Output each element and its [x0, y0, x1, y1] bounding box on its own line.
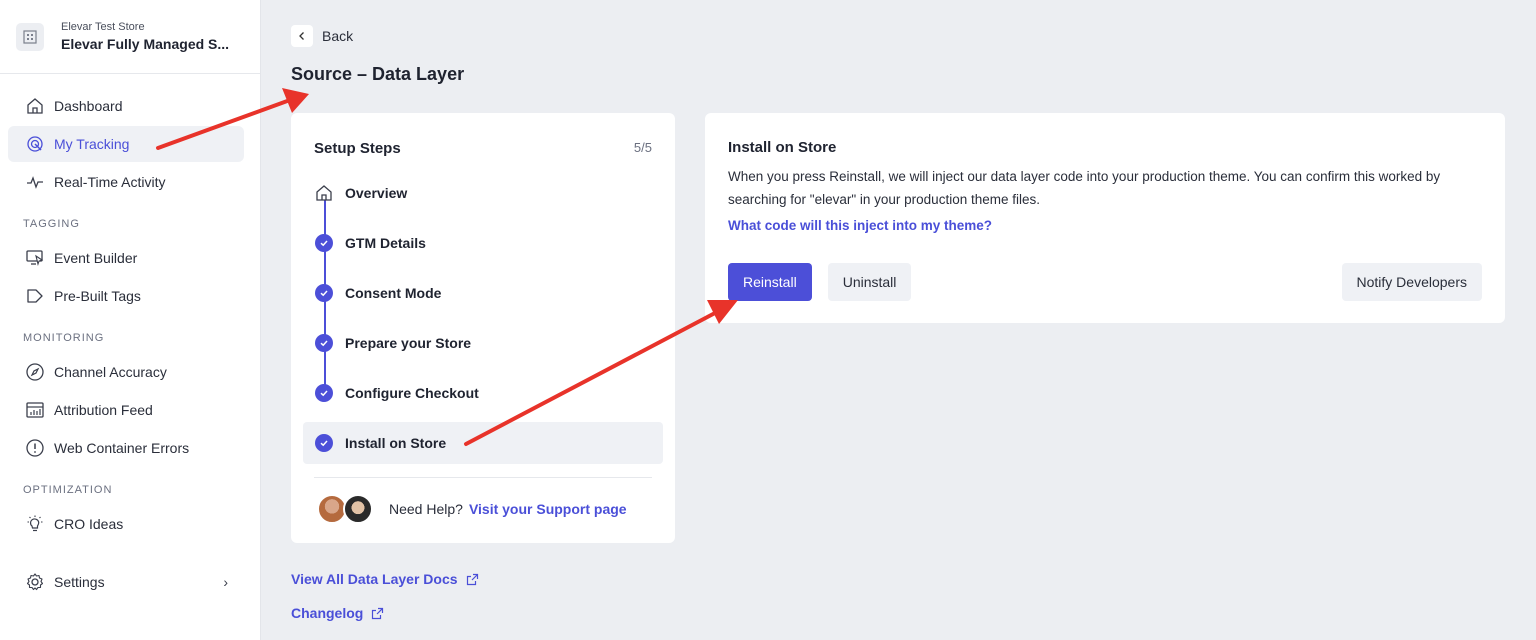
- pulse-icon: [24, 171, 46, 193]
- tag-icon: [24, 285, 46, 307]
- step-configure-checkout[interactable]: Configure Checkout: [303, 372, 663, 414]
- setup-steps-card: Setup Steps 5/5 Overview GTM Details Con…: [291, 113, 675, 543]
- lightbulb-icon: [24, 513, 46, 535]
- step-label: Overview: [345, 185, 408, 201]
- sidebar-nav: Dashboard My Tracking Real-Time Activity…: [0, 74, 260, 600]
- step-label: Prepare your Store: [345, 335, 472, 351]
- back-label[interactable]: Back: [322, 28, 353, 44]
- install-description: When you press Reinstall, we will inject…: [728, 169, 1441, 207]
- section-title-optimization: OPTIMIZATION: [23, 484, 113, 496]
- step-consent-mode[interactable]: Consent Mode: [303, 272, 663, 314]
- back-link[interactable]: Back: [291, 25, 353, 47]
- changelog-link-label: Changelog: [291, 605, 364, 621]
- install-title: Install on Store: [728, 139, 837, 156]
- page-title: Source – Data Layer: [291, 64, 465, 84]
- gear-icon: [24, 571, 46, 593]
- sidebar-item-label: Channel Accuracy: [54, 364, 167, 380]
- bar-chart-icon: [24, 399, 46, 421]
- sidebar-item-pre-built-tags[interactable]: Pre-Built Tags: [8, 278, 244, 314]
- external-link-icon: [372, 607, 384, 619]
- sidebar-item-label: Event Builder: [54, 250, 138, 266]
- notify-developers-button[interactable]: Notify Developers: [1341, 263, 1482, 301]
- sidebar-item-my-tracking[interactable]: My Tracking: [8, 126, 244, 162]
- target-icon: [24, 133, 46, 155]
- reinstall-button[interactable]: Reinstall: [728, 263, 812, 301]
- help-row: Need Help? Visit your Support page: [317, 494, 627, 524]
- store-name: Elevar Fully Managed S...: [61, 35, 230, 52]
- sidebar-item-label: Settings: [54, 574, 105, 590]
- data-layer-docs-link[interactable]: View All Data Layer Docs: [291, 571, 479, 587]
- check-circle-icon: [314, 333, 334, 353]
- section-title-tagging: TAGGING: [23, 218, 80, 230]
- inject-code-link[interactable]: What code will this inject into my theme…: [728, 218, 1482, 233]
- sidebar: Elevar Test Store Elevar Fully Managed S…: [0, 0, 261, 640]
- sidebar-item-attribution-feed[interactable]: Attribution Feed: [8, 392, 244, 428]
- sidebar-item-channel-accuracy[interactable]: Channel Accuracy: [8, 354, 244, 390]
- sidebar-item-label: Web Container Errors: [54, 440, 190, 456]
- alert-circle-icon: [24, 437, 46, 459]
- compass-icon: [24, 361, 46, 383]
- sidebar-item-real-time-activity[interactable]: Real-Time Activity: [8, 164, 244, 200]
- step-install-on-store[interactable]: Install on Store: [303, 422, 663, 464]
- check-circle-icon: [314, 283, 334, 303]
- install-on-store-card: Install on Store When you press Reinstal…: [705, 113, 1505, 323]
- divider: [314, 477, 652, 478]
- sidebar-item-dashboard[interactable]: Dashboard: [8, 88, 244, 124]
- steps-list: Overview GTM Details Consent Mode Prepar…: [291, 172, 675, 464]
- sidebar-item-label: Attribution Feed: [54, 402, 153, 418]
- sidebar-item-label: My Tracking: [54, 136, 130, 152]
- uninstall-button[interactable]: Uninstall: [827, 263, 912, 301]
- monitor-cursor-icon: [24, 247, 46, 269]
- check-circle-icon: [314, 383, 334, 403]
- step-label: GTM Details: [345, 235, 426, 251]
- main-content: Back Source – Data Layer Setup Steps 5/5…: [261, 0, 1536, 640]
- step-prepare-your-store[interactable]: Prepare your Store: [303, 322, 663, 364]
- setup-steps-title: Setup Steps: [314, 140, 401, 157]
- sidebar-item-web-container-errors[interactable]: Web Container Errors: [8, 430, 244, 466]
- step-label: Install on Store: [345, 435, 447, 451]
- step-label: Configure Checkout: [345, 385, 479, 401]
- step-label: Consent Mode: [345, 285, 442, 301]
- support-avatars: [317, 494, 373, 524]
- home-icon: [24, 95, 46, 117]
- support-page-link[interactable]: Visit your Support page: [469, 501, 627, 517]
- step-gtm-details[interactable]: GTM Details: [303, 222, 663, 264]
- help-text: Need Help?: [389, 501, 463, 517]
- docs-link-label: View All Data Layer Docs: [291, 571, 458, 587]
- step-overview[interactable]: Overview: [303, 172, 663, 214]
- home-icon: [314, 183, 334, 203]
- sidebar-item-label: Real-Time Activity: [54, 174, 166, 190]
- sidebar-item-label: Pre-Built Tags: [54, 288, 141, 304]
- chevron-right-icon: ›: [223, 574, 228, 590]
- sidebar-item-settings[interactable]: Settings ›: [8, 564, 244, 600]
- chevron-left-icon[interactable]: [291, 25, 313, 47]
- changelog-link[interactable]: Changelog: [291, 605, 384, 621]
- install-actions: Reinstall Uninstall Notify Developers: [728, 263, 1482, 301]
- sidebar-item-label: Dashboard: [54, 98, 123, 114]
- sidebar-item-label: CRO Ideas: [54, 516, 124, 532]
- store-switcher[interactable]: Elevar Test Store Elevar Fully Managed S…: [0, 0, 260, 74]
- store-icon: [16, 22, 44, 51]
- setup-steps-count: 5/5: [633, 140, 652, 155]
- external-link-icon: [466, 573, 478, 585]
- section-title-monitoring: MONITORING: [23, 332, 105, 344]
- check-circle-icon: [314, 433, 334, 453]
- check-circle-icon: [314, 233, 334, 253]
- sidebar-item-cro-ideas[interactable]: CRO Ideas: [8, 506, 244, 542]
- store-subtitle: Elevar Test Store: [61, 20, 145, 33]
- avatar: [343, 494, 373, 524]
- sidebar-item-event-builder[interactable]: Event Builder: [8, 240, 244, 276]
